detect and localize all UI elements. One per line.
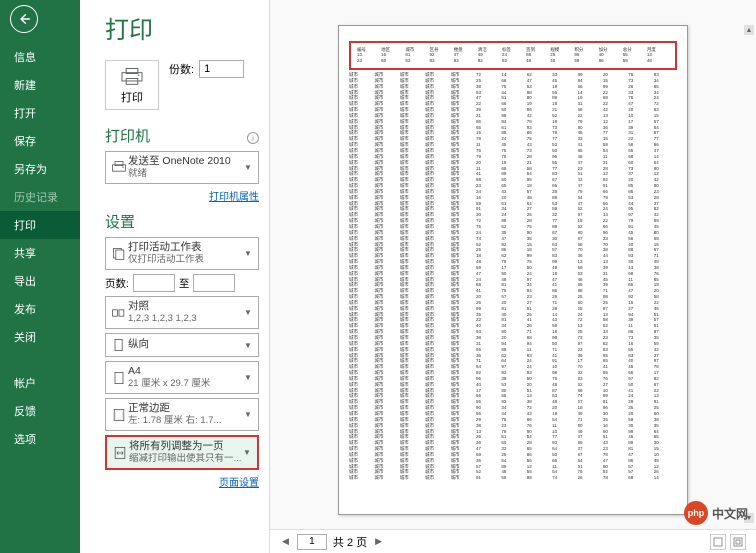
- printer-section-title: 打印机: [105, 125, 150, 146]
- pages-to-label: 至: [179, 276, 190, 291]
- orientation-dropdown[interactable]: 纵向 ▼: [105, 333, 259, 357]
- sidebar-item-4[interactable]: 另存为: [0, 155, 80, 183]
- printer-dropdown[interactable]: 发送至 OneNote 2010 就绪 ▼: [105, 151, 259, 184]
- pages-label: 页数:: [105, 276, 129, 291]
- scrollbar[interactable]: ▲ ▼: [744, 25, 754, 523]
- printer-properties-link[interactable]: 打印机属性: [209, 192, 259, 203]
- margins-icon: [110, 407, 128, 423]
- chevron-down-icon: ▼: [244, 341, 254, 350]
- scroll-up-icon[interactable]: ▲: [744, 25, 754, 35]
- prev-page-button[interactable]: ◀: [280, 536, 291, 547]
- page-title: 打印: [105, 10, 259, 45]
- sidebar-bottom-item-2[interactable]: 选项: [0, 425, 80, 453]
- copies-label: 份数:: [169, 61, 194, 77]
- settings-section-title: 设置: [105, 211, 259, 232]
- collate-dropdown[interactable]: 对照 1,2,3 1,2,3 1,2,3 ▼: [105, 296, 259, 329]
- portrait-icon: [110, 337, 128, 353]
- sidebar-item-5[interactable]: 历史记录: [0, 183, 80, 211]
- sidebar-bottom-item-1[interactable]: 反馈: [0, 397, 80, 425]
- pages-to-input[interactable]: [193, 274, 235, 292]
- next-page-button[interactable]: ▶: [373, 536, 384, 547]
- collate-icon: [110, 305, 128, 321]
- chevron-down-icon: ▼: [244, 373, 254, 382]
- print-button[interactable]: 打印: [105, 60, 159, 110]
- chevron-down-icon: ▼: [244, 163, 254, 172]
- paper-dropdown[interactable]: A4 21 厘米 x 29.7 厘米 ▼: [105, 361, 259, 394]
- info-icon[interactable]: i: [247, 132, 259, 144]
- sidebar-item-7[interactable]: 共享: [0, 239, 80, 267]
- pages-from-input[interactable]: [133, 274, 175, 292]
- printer-name: 发送至 OneNote 2010: [128, 155, 244, 168]
- printer-device-icon: [110, 160, 128, 176]
- chevron-down-icon: ▼: [244, 308, 254, 317]
- sidebar-item-8[interactable]: 导出: [0, 267, 80, 295]
- sidebar-item-0[interactable]: 信息: [0, 43, 80, 71]
- copies-input[interactable]: [199, 60, 244, 78]
- print-preview-page: 编号地区城市区县楼盘清洁标签签到规模积分加分总分月度13168192474924…: [338, 25, 688, 515]
- page-icon: [110, 370, 128, 386]
- chevron-down-icon: ▼: [244, 249, 254, 258]
- watermark-logo: php: [684, 501, 708, 525]
- sidebar-item-1[interactable]: 新建: [0, 71, 80, 99]
- printer-icon: [118, 66, 146, 86]
- fit-columns-icon: [111, 445, 129, 461]
- watermark: php 中文网: [684, 501, 748, 525]
- zoom-to-page-button[interactable]: [730, 534, 746, 550]
- scaling-dropdown[interactable]: 将所有列调整为一页 缩减打印输出使其只有一... ▼: [105, 435, 259, 470]
- watermark-text: 中文网: [712, 505, 748, 522]
- sidebar-item-6[interactable]: 打印: [0, 211, 80, 239]
- page-setup-link[interactable]: 页面设置: [219, 478, 259, 489]
- sidebar-item-2[interactable]: 打开: [0, 99, 80, 127]
- sidebar-item-9[interactable]: 发布: [0, 295, 80, 323]
- total-pages-label: 共 2 页: [333, 534, 367, 550]
- back-button[interactable]: [10, 5, 38, 33]
- chevron-down-icon: ▼: [243, 448, 253, 457]
- sidebar-item-3[interactable]: 保存: [0, 127, 80, 155]
- preview-header-highlight: 编号地区城市区县楼盘清洁标签签到规模积分加分总分月度13168192474924…: [349, 41, 677, 71]
- chevron-down-icon: ▼: [244, 410, 254, 419]
- sidebar-bottom-item-0[interactable]: 帐户: [0, 369, 80, 397]
- show-margins-button[interactable]: [710, 534, 726, 550]
- sheets-icon: [110, 246, 128, 262]
- printer-status: 就绪: [128, 168, 244, 180]
- print-scope-dropdown[interactable]: 打印活动工作表 仅打印活动工作表 ▼: [105, 237, 259, 270]
- sidebar-item-10[interactable]: 关闭: [0, 323, 80, 351]
- print-button-label: 打印: [118, 89, 146, 105]
- margins-dropdown[interactable]: 正常边距 左: 1.78 厘米 右: 1.7... ▼: [105, 398, 259, 431]
- current-page-input[interactable]: [297, 534, 327, 550]
